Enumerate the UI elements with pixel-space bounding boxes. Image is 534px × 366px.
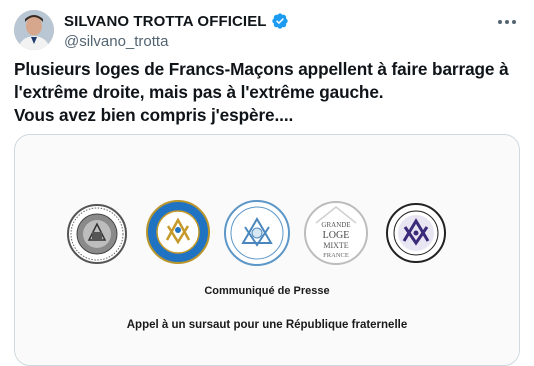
seal-logo-2 — [146, 200, 210, 264]
seal-logo-1 — [67, 204, 127, 264]
seal-logo-5 — [386, 203, 446, 263]
author-handle[interactable]: @silvano_trotta — [64, 33, 289, 50]
author-block: SILVANO TROTTA OFFICIEL @silvano_trotta — [64, 11, 289, 50]
masonic-logos-row: GRANDE LOGE MIXTE FRANCE — [67, 200, 446, 266]
avatar-photo — [14, 10, 54, 50]
author-display-name[interactable]: SILVANO TROTTA OFFICIEL — [64, 13, 267, 30]
press-release-title: Communiqué de Presse — [204, 285, 330, 297]
seal-logo-4: GRANDE LOGE MIXTE FRANCE — [304, 201, 368, 265]
more-options-icon — [498, 20, 516, 24]
logo4-line2: LOGE — [323, 230, 350, 241]
verified-badge-icon[interactable] — [271, 12, 289, 30]
logo4-line4: FRANCE — [323, 252, 349, 259]
avatar[interactable] — [14, 10, 54, 50]
logo4-line3: MIXTE — [323, 241, 348, 250]
logo4-line1: GRANDE — [321, 221, 350, 229]
tweet-card: SILVANO TROTTA OFFICIEL @silvano_trotta … — [0, 0, 534, 366]
appeal-heading: Appel à un sursaut pour une République f… — [126, 319, 408, 331]
author-name-row: SILVANO TROTTA OFFICIEL — [64, 11, 289, 31]
tweet-media-image[interactable]: GRANDE LOGE MIXTE FRANCE Communiqué de P… — [14, 134, 520, 366]
seal-logo-3 — [224, 200, 290, 266]
more-options-button[interactable] — [496, 12, 518, 32]
tweet-text: Plusieurs loges de Francs-Maçons appelle… — [14, 59, 509, 125]
